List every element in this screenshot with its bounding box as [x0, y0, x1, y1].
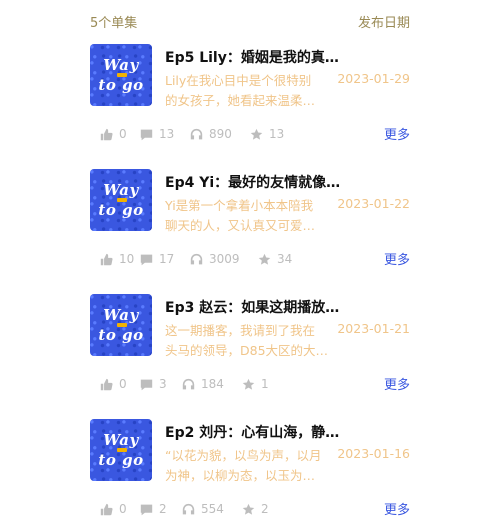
description-line: “以花为貌，以鸟为声，以月 — [165, 448, 322, 463]
cover-text-line2: to go — [98, 201, 144, 219]
episode-date: 2023-01-22 — [337, 196, 410, 211]
star-stat[interactable]: 13 — [250, 124, 284, 144]
comment-count: 17 — [159, 252, 175, 266]
episode-description: Yi是第一个拿着小本本陪我 聊天的人，又认真又可爱… — [165, 196, 335, 236]
star-stat[interactable]: 34 — [258, 249, 292, 269]
episode-item[interactable]: Way to go Ep4 Yi：最好的友情就像… Yi是第一个拿着小本本陪我 … — [90, 169, 410, 279]
more-button[interactable]: 更多 — [384, 499, 410, 518]
comment-stat[interactable]: 2 — [140, 499, 167, 519]
thumbs-up-icon — [100, 378, 113, 390]
comment-count: 2 — [159, 502, 167, 516]
episode-title[interactable]: Ep3 赵云：如果这期播放… — [165, 297, 410, 317]
comment-icon — [140, 504, 153, 515]
comment-stat[interactable]: 13 — [140, 124, 174, 144]
star-count: 34 — [277, 252, 293, 266]
comment-icon — [140, 379, 153, 390]
episode-title[interactable]: Ep5 Lily：婚姻是我的真… — [165, 47, 410, 67]
description-line: 的女孩子，她看起来温柔… — [165, 93, 316, 108]
star-stat[interactable]: 2 — [242, 499, 269, 519]
listen-stat: 554 — [182, 499, 224, 519]
star-count: 13 — [269, 127, 285, 141]
listen-stat: 3009 — [190, 249, 240, 269]
headphones-icon — [182, 378, 195, 389]
description-line: 这一期播客，我请到了我在 — [165, 323, 316, 338]
episode-title[interactable]: Ep2 刘丹：心有山海，静… — [165, 422, 410, 442]
like-count: 0 — [119, 502, 127, 516]
headphones-icon — [182, 503, 195, 514]
description-line: Lily在我心目中是个很特别 — [165, 73, 312, 88]
episode-description: 这一期播客，我请到了我在 头马的领导，D85大区的大… — [165, 321, 335, 361]
thumbs-up-icon — [100, 503, 113, 515]
star-icon — [250, 128, 263, 140]
cover-text-line2: to go — [98, 451, 144, 469]
comment-stat[interactable]: 3 — [140, 374, 167, 394]
listen-stat: 890 — [190, 124, 232, 144]
publish-date-sort[interactable]: 发布日期 — [358, 12, 410, 31]
like-count: 0 — [119, 127, 127, 141]
list-header: 5个单集 发布日期 — [90, 12, 410, 32]
more-button[interactable]: 更多 — [384, 124, 410, 143]
like-stat[interactable]: 10 — [100, 249, 134, 269]
cover-text-line1: Way — [103, 181, 139, 199]
comment-stat[interactable]: 17 — [140, 249, 174, 269]
episode-cover[interactable]: Way to go — [90, 169, 152, 231]
cover-text-line2: to go — [98, 326, 144, 344]
star-icon — [242, 503, 255, 515]
listen-stat: 184 — [182, 374, 224, 394]
more-button[interactable]: 更多 — [384, 249, 410, 268]
episode-date: 2023-01-29 — [337, 71, 410, 86]
description-line: 为神，以柳为态，以玉为… — [165, 468, 316, 483]
episode-count: 5个单集 — [90, 16, 138, 31]
like-stat[interactable]: 0 — [100, 124, 127, 144]
cover-text-line2: to go — [98, 76, 144, 94]
star-icon — [258, 253, 271, 265]
headphones-icon — [190, 253, 203, 264]
listen-count: 184 — [201, 377, 224, 391]
listen-count: 890 — [209, 127, 232, 141]
like-stat[interactable]: 0 — [100, 374, 127, 394]
episode-date: 2023-01-21 — [337, 321, 410, 336]
like-count: 10 — [119, 252, 135, 266]
like-stat[interactable]: 0 — [100, 499, 127, 519]
episode-item[interactable]: Way to go Ep3 赵云：如果这期播放… 这一期播客，我请到了我在 头马… — [90, 294, 410, 404]
episode-item[interactable]: Way to go Ep5 Lily：婚姻是我的真… Lily在我心目中是个很特… — [90, 44, 410, 154]
episode-title[interactable]: Ep4 Yi：最好的友情就像… — [165, 172, 410, 192]
episode-cover[interactable]: Way to go — [90, 44, 152, 106]
star-count: 1 — [261, 377, 269, 391]
thumbs-up-icon — [100, 253, 113, 265]
star-stat[interactable]: 1 — [242, 374, 269, 394]
listen-count: 554 — [201, 502, 224, 516]
episode-description: “以花为貌，以鸟为声，以月 为神，以柳为态，以玉为… — [165, 446, 335, 486]
episode-cover[interactable]: Way to go — [90, 294, 152, 356]
description-line: Yi是第一个拿着小本本陪我 — [165, 198, 314, 213]
episode-date: 2023-01-16 — [337, 446, 410, 461]
comment-count: 3 — [159, 377, 167, 391]
star-icon — [242, 378, 255, 390]
comment-icon — [140, 129, 153, 140]
episode-cover[interactable]: Way to go — [90, 419, 152, 481]
cover-text-line1: Way — [103, 431, 139, 449]
headphones-icon — [190, 128, 203, 139]
description-line: 聊天的人，又认真又可爱… — [165, 218, 316, 233]
episode-item[interactable]: Way to go Ep2 刘丹：心有山海，静… “以花为貌，以鸟为声，以月 为… — [90, 419, 410, 521]
like-count: 0 — [119, 377, 127, 391]
cover-text-line1: Way — [103, 306, 139, 324]
description-line: 头马的领导，D85大区的大… — [165, 343, 329, 358]
comment-count: 13 — [159, 127, 175, 141]
episode-description: Lily在我心目中是个很特别 的女孩子，她看起来温柔… — [165, 71, 335, 111]
comment-icon — [140, 254, 153, 265]
star-count: 2 — [261, 502, 269, 516]
cover-text-line1: Way — [103, 56, 139, 74]
thumbs-up-icon — [100, 128, 113, 140]
listen-count: 3009 — [209, 252, 240, 266]
more-button[interactable]: 更多 — [384, 374, 410, 393]
